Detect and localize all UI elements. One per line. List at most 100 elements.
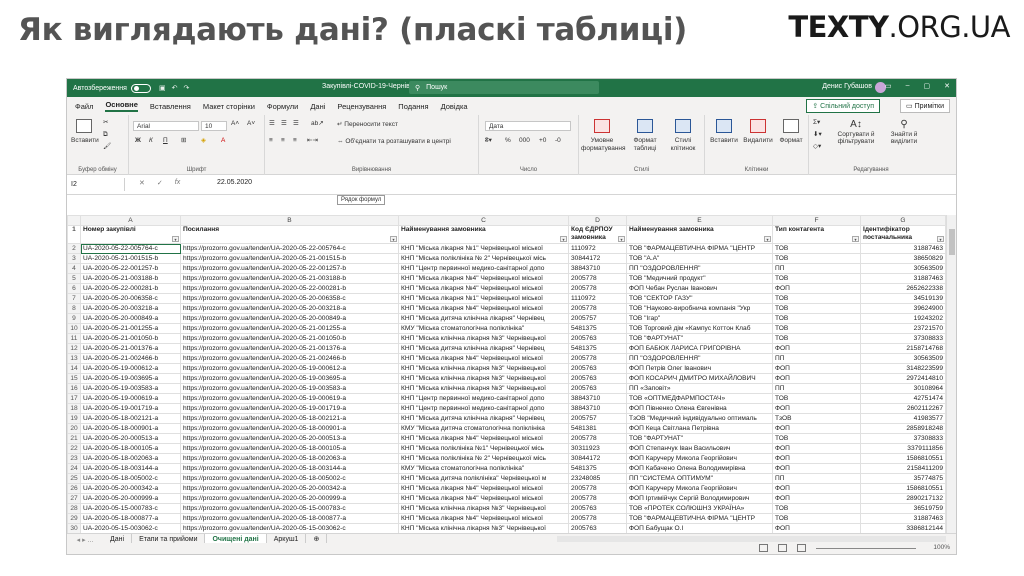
table-cell[interactable]: https://prozorro.gov.ua/tender/UA-2020-0…: [180, 433, 399, 444]
bold-icon[interactable]: Ж: [135, 137, 141, 144]
table-cell[interactable]: https://prozorro.gov.ua/tender/UA-2020-0…: [180, 353, 399, 364]
table-cell[interactable]: 38843710: [568, 403, 627, 414]
table-cell[interactable]: 30563509: [860, 263, 946, 274]
table-cell[interactable]: КМУ "Міська стоматологічна поліклініка": [398, 323, 569, 334]
row-number[interactable]: 9: [67, 313, 81, 324]
table-cell[interactable]: КНП "Міська дитяча клінічна лікарня" Чер…: [398, 343, 569, 354]
table-cell[interactable]: UA-2020-05-20-000849-a: [80, 313, 181, 324]
table-cell[interactable]: КНП "Міська клінічна лікарня №3" Черніве…: [398, 523, 569, 533]
table-cell[interactable]: КНП "Центр первинної медико-санітарної д…: [398, 263, 569, 274]
table-cell[interactable]: 2005763: [568, 373, 627, 384]
cancel-icon[interactable]: ✕: [139, 179, 145, 187]
row-number[interactable]: 29: [67, 513, 81, 524]
table-cell[interactable]: ТОВ: [772, 273, 861, 284]
copy-icon[interactable]: ⧉: [103, 131, 108, 138]
table-cell[interactable]: КНП "Міська поліклініка №1" Чернівецької…: [398, 443, 569, 454]
header-cell[interactable]: Ідентифікатор постачальника ▾: [860, 225, 946, 244]
row-number[interactable]: 30: [67, 523, 81, 533]
tab-help[interactable]: Довідка: [441, 102, 468, 111]
minimize-icon[interactable]: –: [906, 82, 910, 90]
table-cell[interactable]: UA-2020-05-22-001257-b: [80, 263, 181, 274]
increase-decimal-icon[interactable]: +0: [539, 137, 546, 144]
table-cell[interactable]: ФОП Чебан Руслан Іванович: [626, 283, 773, 294]
table-cell[interactable]: ТОВ "ФАРМАЦЕВТИЧНА ФІРМА "ЦЕНТР: [626, 243, 773, 254]
table-cell[interactable]: UA-2020-05-19-001719-a: [80, 403, 181, 414]
row-number[interactable]: 21: [67, 433, 81, 444]
share-button[interactable]: ⇪ Спільний доступ: [806, 99, 880, 113]
table-cell[interactable]: 23248085: [568, 473, 627, 484]
align-right-icon[interactable]: ≡: [293, 137, 297, 144]
table-cell[interactable]: 2602112267: [860, 403, 946, 414]
number-format-select[interactable]: Дата: [485, 121, 571, 131]
merge-center-button[interactable]: ⇔ Об'єднати та розташувати в центрі: [337, 138, 451, 145]
format-painter-icon[interactable]: 🖌: [103, 143, 111, 150]
table-cell[interactable]: ПП "СИСТЕМА ОПТИМУМ": [626, 473, 773, 484]
ribbon-options-icon[interactable]: ▭: [885, 82, 892, 90]
table-cell[interactable]: 31887463: [860, 243, 946, 254]
table-cell[interactable]: ТзОВ "Медичний індивідуально оптималь: [626, 413, 773, 424]
table-cell[interactable]: ТОВ: [772, 323, 861, 334]
table-cell[interactable]: КНП "Міська лікарня №4" Чернівецької міс…: [398, 433, 569, 444]
table-cell[interactable]: КНП "Міська лікарня №4" Чернівецької міс…: [398, 493, 569, 504]
table-cell[interactable]: ФОП: [772, 423, 861, 434]
table-cell[interactable]: ТОВ: [772, 313, 861, 324]
align-center-icon[interactable]: ≡: [281, 137, 285, 144]
table-cell[interactable]: ФОП Кеца Світлана Петрівна: [626, 423, 773, 434]
tab-insert[interactable]: Вставлення: [150, 102, 191, 111]
table-cell[interactable]: ТОВ "ФАРТУНАТ": [626, 433, 773, 444]
column-header[interactable]: F: [772, 215, 861, 226]
row-number[interactable]: 16: [67, 383, 81, 394]
tab-view[interactable]: Подання: [398, 102, 428, 111]
table-cell[interactable]: UA-2020-05-21-001050-b: [80, 333, 181, 344]
cell-styles-button[interactable]: Стилі клітинок: [665, 119, 701, 152]
table-cell[interactable]: 37308833: [860, 333, 946, 344]
table-cell[interactable]: https://prozorro.gov.ua/tender/UA-2020-0…: [180, 333, 399, 344]
table-cell[interactable]: ТОВ "ФАРТУНАТ": [626, 333, 773, 344]
font-size-select[interactable]: 10: [201, 121, 227, 131]
row-number[interactable]: 4: [67, 263, 81, 274]
name-box[interactable]: I2: [67, 178, 125, 191]
header-cell[interactable]: Посилання ▾: [180, 225, 399, 244]
table-cell[interactable]: ТОВ "СЕКТОР ГАЗУ": [626, 293, 773, 304]
table-cell[interactable]: 36519759: [860, 503, 946, 514]
format-table-button[interactable]: Формат таблиці: [627, 119, 663, 152]
table-cell[interactable]: https://prozorro.gov.ua/tender/UA-2020-0…: [180, 393, 399, 404]
fx-icon[interactable]: fx: [175, 179, 180, 187]
italic-icon[interactable]: К: [149, 137, 153, 144]
table-cell[interactable]: 2005763: [568, 523, 627, 533]
table-cell[interactable]: КНП "Міська лікарня №4" Чернівецької міс…: [398, 513, 569, 524]
row-number[interactable]: 19: [67, 413, 81, 424]
table-cell[interactable]: КНП "Міська лікарня №1" Чернівецької міс…: [398, 293, 569, 304]
table-cell[interactable]: 2972414810: [860, 373, 946, 384]
column-header[interactable]: E: [626, 215, 773, 226]
page-layout-view-icon[interactable]: [778, 544, 787, 552]
comments-button[interactable]: ▭ Примітки: [900, 99, 950, 113]
table-cell[interactable]: https://prozorro.gov.ua/tender/UA-2020-0…: [180, 313, 399, 324]
table-cell[interactable]: https://prozorro.gov.ua/tender/UA-2020-0…: [180, 303, 399, 314]
table-cell[interactable]: ТзОВ: [772, 413, 861, 424]
table-cell[interactable]: 19243202: [860, 313, 946, 324]
table-cell[interactable]: UA-2020-05-21-001376-a: [80, 343, 181, 354]
delete-cells-button[interactable]: Видалити: [741, 119, 775, 145]
percent-icon[interactable]: %: [505, 137, 511, 144]
table-cell[interactable]: https://prozorro.gov.ua/tender/UA-2020-0…: [180, 443, 399, 454]
table-cell[interactable]: https://prozorro.gov.ua/tender/UA-2020-0…: [180, 273, 399, 284]
table-cell[interactable]: UA-2020-05-18-000105-a: [80, 443, 181, 454]
table-cell[interactable]: КНП "Міська лікарня №4" Чернівецької міс…: [398, 283, 569, 294]
table-cell[interactable]: https://prozorro.gov.ua/tender/UA-2020-0…: [180, 463, 399, 474]
font-grow-icon[interactable]: A˄: [231, 120, 239, 127]
table-cell[interactable]: ТОВ: [772, 253, 861, 264]
table-cell[interactable]: UA-2020-05-20-003218-a: [80, 303, 181, 314]
font-shrink-icon[interactable]: A˅: [247, 120, 255, 127]
table-cell[interactable]: 37308833: [860, 433, 946, 444]
table-cell[interactable]: ФОП Петрів Олег Іванович: [626, 363, 773, 374]
table-cell[interactable]: КМУ "Міська стоматологічна поліклініка": [398, 463, 569, 474]
currency-icon[interactable]: ₴▾: [485, 137, 492, 144]
table-cell[interactable]: КНП "Міська клінічна лікарня №3" Черніве…: [398, 333, 569, 344]
align-left-icon[interactable]: ≡: [269, 137, 273, 144]
table-cell[interactable]: 1110972: [568, 243, 627, 254]
format-cells-button[interactable]: Формат: [775, 119, 807, 145]
row-number[interactable]: 15: [67, 373, 81, 384]
table-cell[interactable]: 30844172: [568, 253, 627, 264]
table-cell[interactable]: 5481375: [568, 323, 627, 334]
